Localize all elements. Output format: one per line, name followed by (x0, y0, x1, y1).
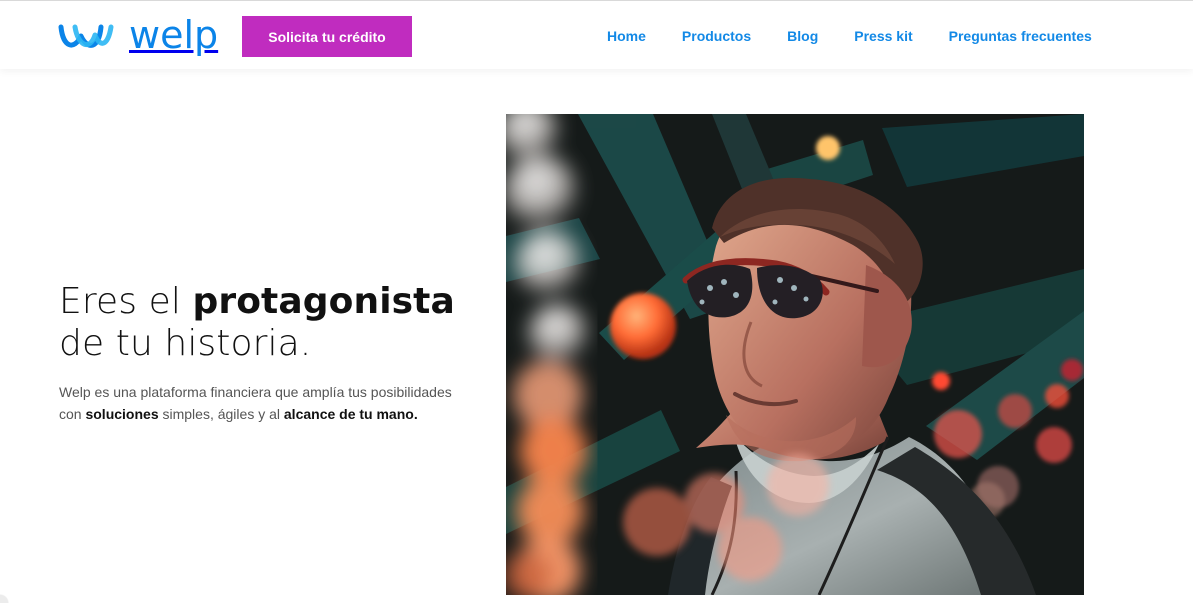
hero-copy: Eres el protagonista de tu historia. Wel… (59, 281, 469, 425)
description-part-2: simples, ágiles y al (158, 406, 284, 422)
landing-page: welp Solicita tu crédito Home Productos … (0, 0, 1193, 603)
headline-part-2: de tu historia. (59, 323, 312, 364)
nav-faq-link[interactable]: Preguntas frecuentes (949, 28, 1092, 44)
main-navigation: Home Productos Blog Press kit Preguntas … (589, 1, 1110, 70)
nav-products-link[interactable]: Productos (682, 28, 751, 44)
description-emphasis-solutions: soluciones (85, 406, 159, 422)
nav-blog-link[interactable]: Blog (787, 28, 818, 44)
request-credit-button[interactable]: Solicita tu crédito (242, 16, 412, 57)
page-corner-shadow (0, 583, 14, 603)
nav-press-kit-link[interactable]: Press kit (854, 28, 912, 44)
welp-logo-text: welp (129, 13, 219, 57)
hero-headline: Eres el protagonista de tu historia. (59, 281, 469, 365)
description-emphasis-reach: alcance de tu mano. (283, 406, 418, 422)
headline-part-1: Eres el (59, 281, 193, 322)
welp-wave-logo-icon (58, 24, 114, 48)
welp-logo-link[interactable]: welp (57, 15, 218, 57)
hero-photo (506, 114, 1084, 595)
man-with-sunglasses-bokeh-illustration (506, 114, 1084, 595)
nav-home-link[interactable]: Home (607, 28, 646, 44)
hero-description: Welp es una plataforma financiera que am… (59, 381, 459, 425)
headline-emphasis: protagonista (192, 281, 455, 322)
site-header: welp Solicita tu crédito Home Productos … (0, 0, 1193, 69)
